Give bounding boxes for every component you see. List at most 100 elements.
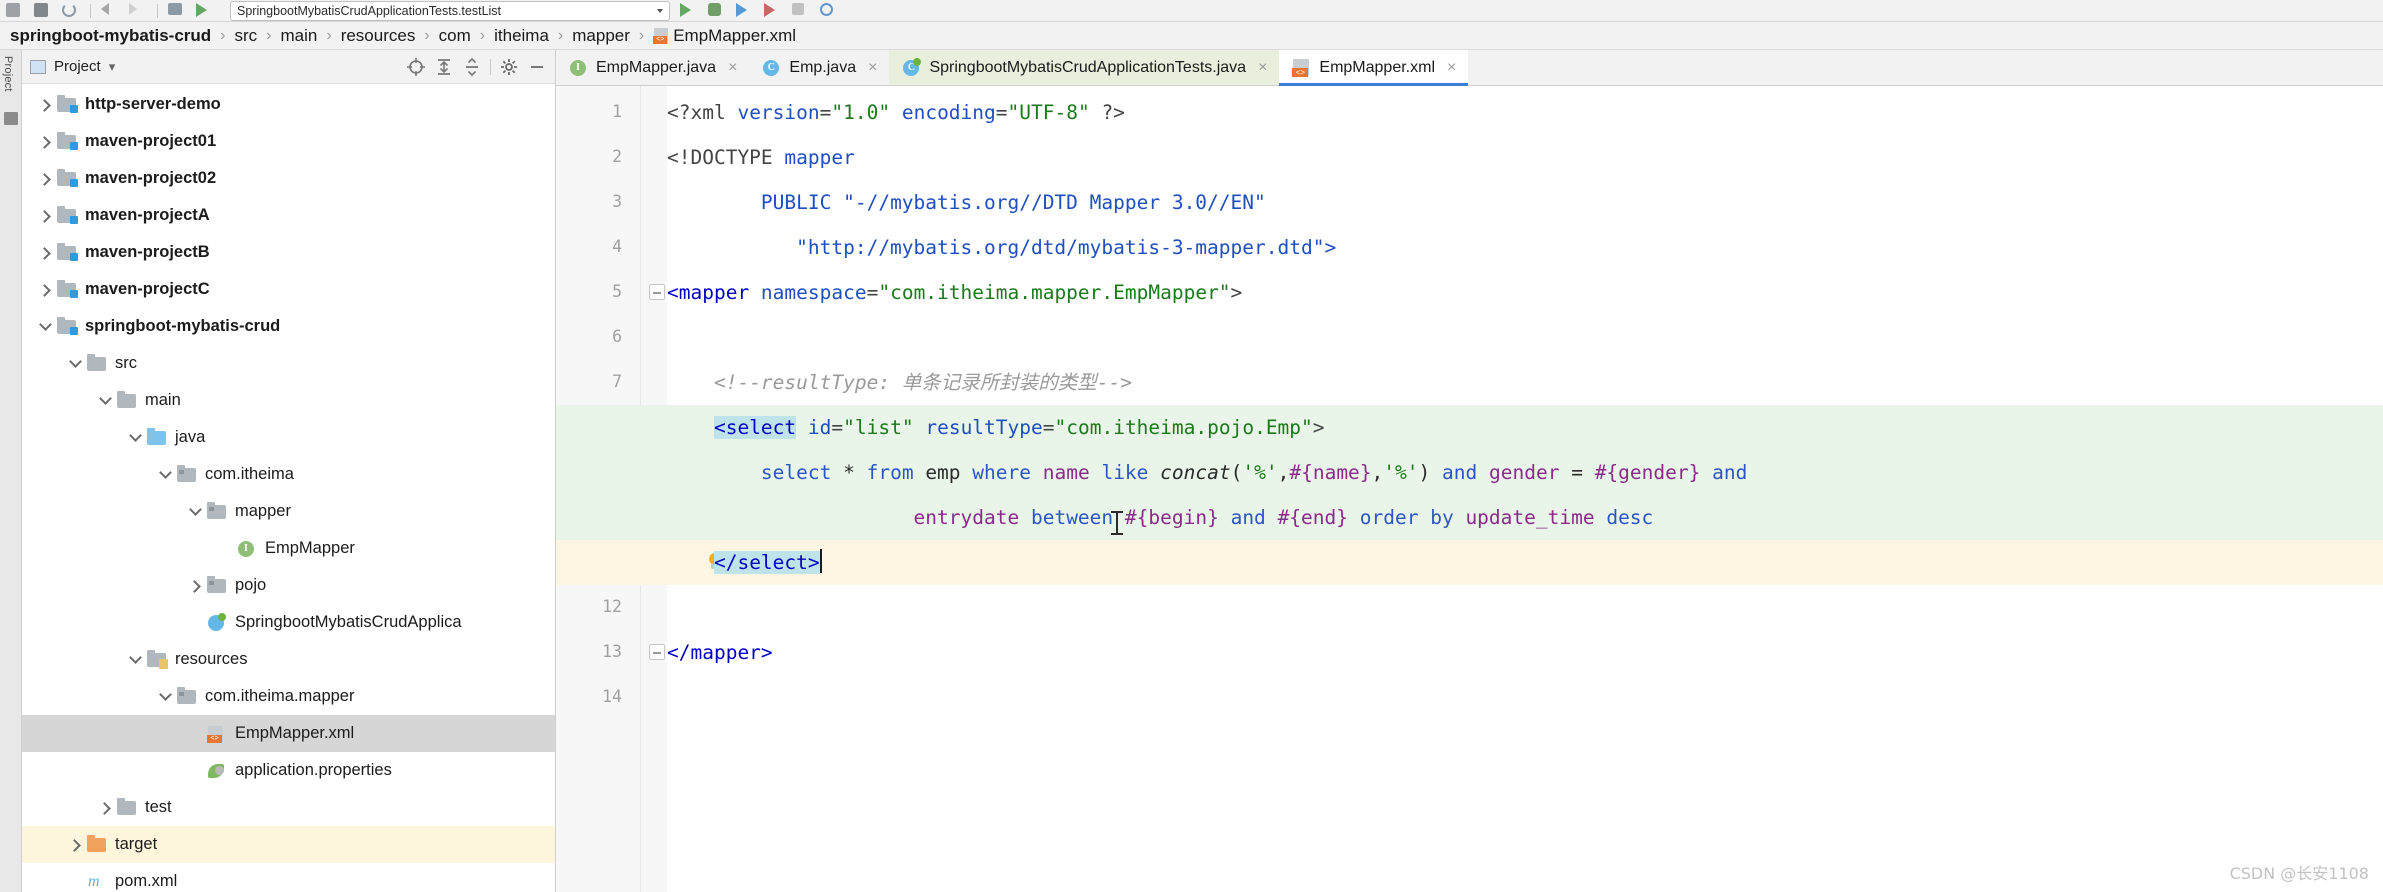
chevron-right-icon[interactable] [36,132,56,152]
stop-icon[interactable] [792,2,810,19]
structure-tool-icon[interactable] [4,112,18,125]
close-icon[interactable]: × [1447,59,1456,77]
tree-item-maven-project01[interactable]: maven-project01 [22,123,555,160]
code-fold-toggle[interactable] [649,284,665,300]
locate-icon[interactable] [406,57,426,77]
code-line-5[interactable]: <mapper namespace="com.itheima.mapper.Em… [667,270,1242,315]
code-line-13[interactable]: </mapper> [667,630,773,675]
run-configuration-selector[interactable]: SpringbootMybatisCrudApplicationTests.te… [230,0,670,21]
code-line-9[interactable]: select * from emp where name like concat… [667,450,1747,495]
chevron-right-icon[interactable] [36,280,56,300]
tree-item-maven-projecta[interactable]: maven-projectA [22,197,555,234]
code-line-2[interactable]: <!DOCTYPE mapper [667,135,855,180]
tree-item-springbootmybatiscrudapplica[interactable]: SpringbootMybatisCrudApplica [22,604,555,641]
tree-item-maven-projectb[interactable]: maven-projectB [22,234,555,271]
breadcrumb-item-3[interactable]: resources [341,26,416,46]
run-icon[interactable] [680,2,698,19]
class-icon: C [761,58,781,78]
chevron-right-icon[interactable] [186,576,206,596]
chevron-right-icon[interactable] [96,798,116,818]
chevron-down-icon[interactable] [36,317,56,337]
tree-item-application-properties[interactable]: application.properties [22,752,555,789]
chevron-down-icon[interactable] [156,465,176,485]
expand-all-icon[interactable] [434,57,454,77]
breadcrumb-item-4[interactable]: com [439,26,471,46]
chevron-right-icon[interactable] [36,95,56,115]
forward-icon[interactable] [129,2,147,19]
chevron-right-icon[interactable] [36,169,56,189]
search-everywhere-icon[interactable] [820,2,838,19]
line-number: 6 [612,327,622,346]
code-line-7[interactable]: <!--resultType: 单条记录所封装的类型--> [667,360,1132,405]
chevron-down-icon[interactable]: ▾ [109,59,116,75]
close-icon[interactable]: × [728,59,737,77]
code-token: like [1101,461,1149,484]
debug-icon[interactable] [708,2,726,19]
chevron-down-icon[interactable] [96,391,116,411]
project-tool-window-button[interactable]: Project [2,56,14,92]
code-line-3[interactable]: PUBLIC "-//mybatis.org//DTD Mapper 3.0//… [667,180,1266,225]
chevron-down-icon[interactable] [126,428,146,448]
chevron-down-icon[interactable] [126,650,146,670]
folder-blue-icon [146,427,168,447]
chevron-right-icon[interactable] [36,206,56,226]
close-icon[interactable]: × [1258,59,1267,77]
chevron-down-icon[interactable] [186,502,206,522]
tree-item-target[interactable]: target [22,826,555,863]
settings-gear-icon[interactable] [499,57,519,77]
editor-tab-emp-java[interactable]: C Emp.java × [749,50,889,85]
code-fold-toggle[interactable] [649,644,665,660]
tree-item-mapper[interactable]: mapper [22,493,555,530]
tree-item-empmapper[interactable]: I EmpMapper [22,530,555,567]
breadcrumb-item-1[interactable]: src [235,26,258,46]
tree-item-maven-project02[interactable]: maven-project02 [22,160,555,197]
tree-item-test[interactable]: test [22,789,555,826]
hide-panel-icon[interactable] [527,57,547,77]
close-icon[interactable]: × [868,59,877,77]
code-line-8[interactable]: <select id="list" resultType="com.itheim… [667,405,1325,450]
tree-item-label: SpringbootMybatisCrudApplica [235,613,462,631]
chevron-right-icon[interactable] [66,835,86,855]
profile-icon[interactable] [764,2,782,19]
tree-item-resources[interactable]: resources [22,641,555,678]
code-line-1[interactable]: <?xml version="1.0" encoding="UTF-8" ?> [667,90,1125,135]
breadcrumb-item-7[interactable]: <> EmpMapper.xml [653,26,796,46]
tree-item-http-server-demo[interactable]: http-server-demo [22,86,555,123]
code-area[interactable]: <?xml version="1.0" encoding="UTF-8" ?> <… [556,86,2383,892]
code-line-4[interactable]: "http://mybatis.org/dtd/mybatis-3-mapper… [667,225,1336,270]
code-token: = [831,416,844,439]
editor-tab-empmapper-java[interactable]: I EmpMapper.java × [556,50,749,85]
tree-item-com-itheima-mapper[interactable]: com.itheima.mapper [22,678,555,715]
editor-tab-empmapper-xml[interactable]: <> EmpMapper.xml × [1279,50,1469,86]
run-coverage-icon[interactable] [736,2,754,19]
save-all-icon[interactable] [34,2,52,19]
debug-leaf-icon[interactable] [196,2,214,19]
project-tree[interactable]: http-server-demo maven-project01 maven-pro… [22,84,555,892]
chevron-down-icon[interactable] [66,354,86,374]
tree-item-java[interactable]: java [22,419,555,456]
tree-item-springboot-mybatis-crud[interactable]: springboot-mybatis-crud [22,308,555,345]
back-icon[interactable] [101,2,119,19]
breadcrumb-item-2[interactable]: main [281,26,318,46]
tree-item-empmapper-xml[interactable]: EmpMapper.xml [22,715,555,752]
save-icon[interactable] [6,2,24,19]
chevron-down-icon[interactable] [156,687,176,707]
tree-item-src[interactable]: src [22,345,555,382]
tree-item-maven-projectc[interactable]: maven-projectC [22,271,555,308]
code-line-10[interactable]: entrydate between #{begin} and #{end} or… [667,495,1654,540]
code-editor[interactable]: 1234567891011121314 <?xml version="1.0" … [556,86,2383,892]
build-icon[interactable] [168,2,186,19]
tree-item-com-itheima[interactable]: com.itheima [22,456,555,493]
editor-tab-springbootmybatiscrudapplicationtests-java[interactable]: C SpringbootMybatisCrudApplicationTests.j… [889,50,1280,85]
tree-item-pojo[interactable]: pojo [22,567,555,604]
sync-icon[interactable] [62,2,80,19]
breadcrumb-item-5[interactable]: itheima [494,26,549,46]
tree-item-main[interactable]: main [22,382,555,419]
breadcrumb-item-6[interactable]: mapper [572,26,630,46]
code-line-11[interactable]: </select> [667,540,822,585]
chevron-right-icon[interactable] [36,243,56,263]
tree-item-pom-xml[interactable]: m pom.xml [22,863,555,892]
collapse-all-icon[interactable] [462,57,482,77]
breadcrumb-item-0[interactable]: springboot-mybatis-crud [10,26,211,46]
